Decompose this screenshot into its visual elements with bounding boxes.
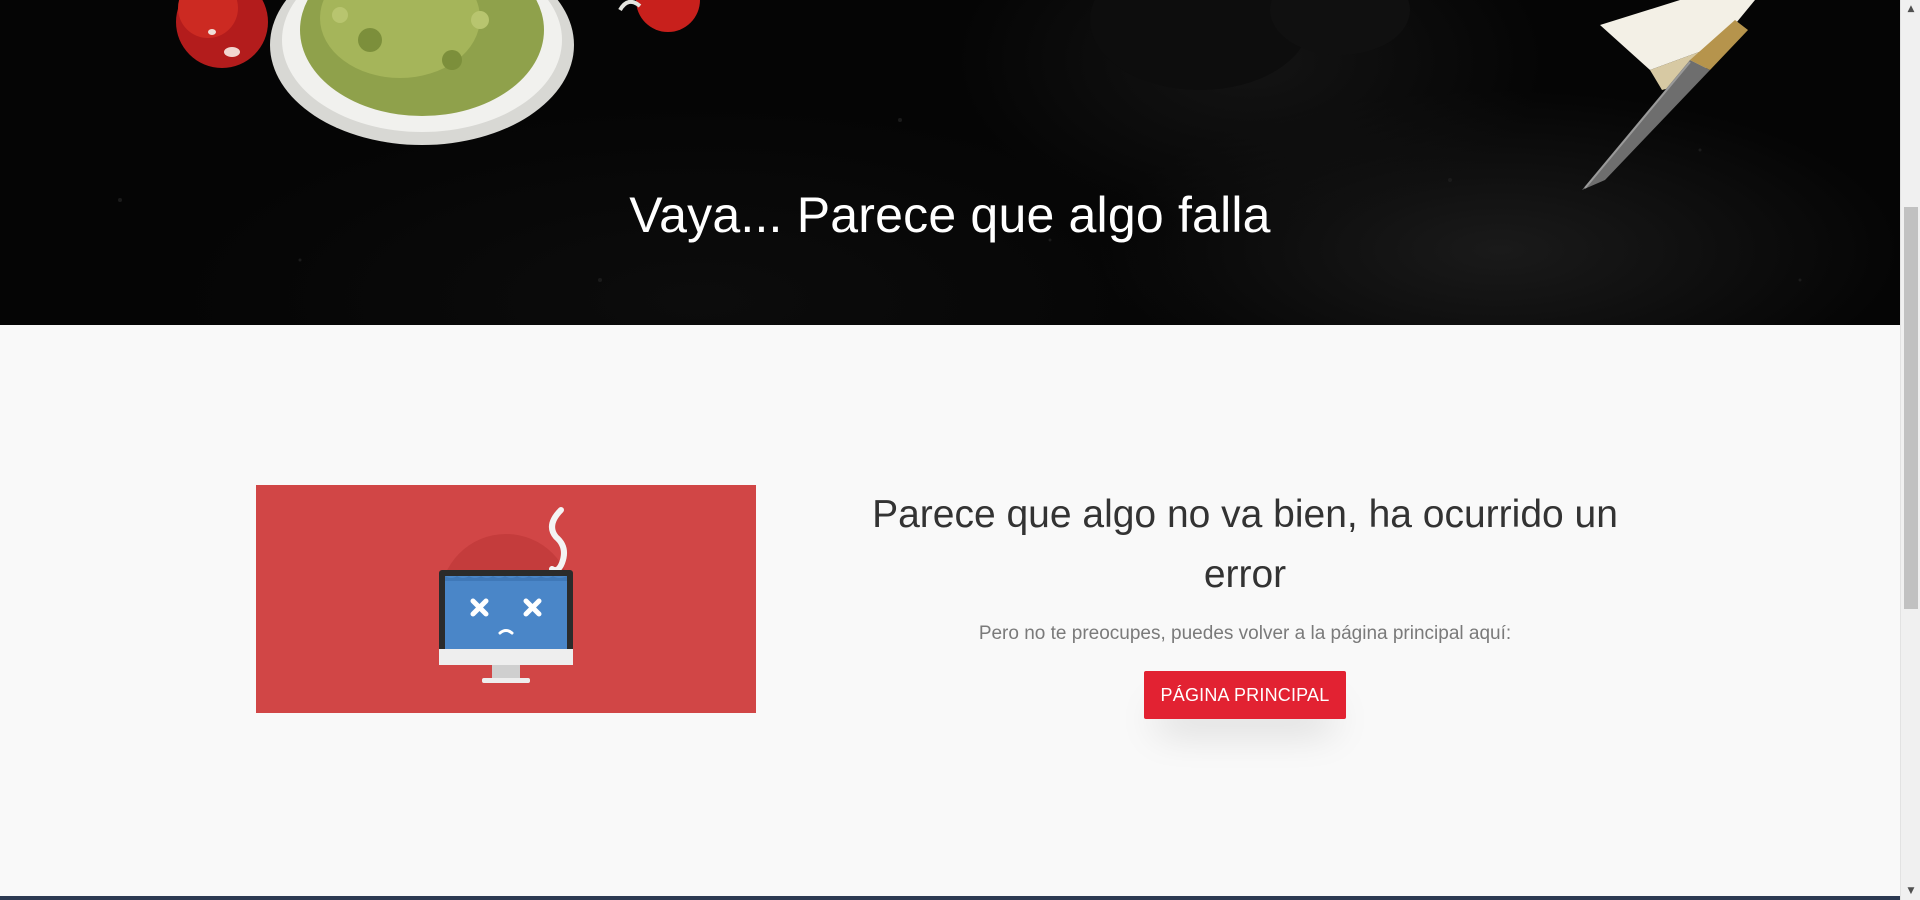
tomato-left bbox=[176, 0, 268, 68]
error-heading: Parece que algo no va bien, ha ocurrido … bbox=[872, 493, 1618, 596]
broken-computer-icon bbox=[439, 507, 573, 683]
hero-title: Vaya... Parece que algo falla bbox=[629, 187, 1271, 243]
error-subtext: Pero no te preocupes, puedes volver a la… bbox=[978, 623, 1512, 644]
scrollbar-thumb[interactable] bbox=[1904, 207, 1918, 609]
scroll-down-arrow-icon[interactable]: ▼ bbox=[1901, 882, 1920, 900]
bottom-edge-strip bbox=[0, 896, 1900, 900]
tomato-right bbox=[618, 0, 700, 32]
home-page-button[interactable]: PÁGINA PRINCIPAL bbox=[1143, 671, 1347, 719]
hero-banner: Vaya... Parece que algo falla bbox=[0, 0, 1900, 325]
vertical-scrollbar[interactable]: ▲ ▼ bbox=[1900, 0, 1920, 900]
hero-background-image bbox=[118, 0, 1802, 282]
error-illustration bbox=[256, 485, 756, 713]
scroll-up-arrow-icon[interactable]: ▲ bbox=[1901, 0, 1920, 18]
error-message-block: Parece que algo no va bien, ha ocurrido … bbox=[840, 485, 1650, 719]
cheese-and-knife bbox=[1582, 0, 1755, 190]
page: Vaya... Parece que algo falla Parece que… bbox=[0, 0, 1900, 900]
guacamole-bowl bbox=[270, 0, 574, 145]
